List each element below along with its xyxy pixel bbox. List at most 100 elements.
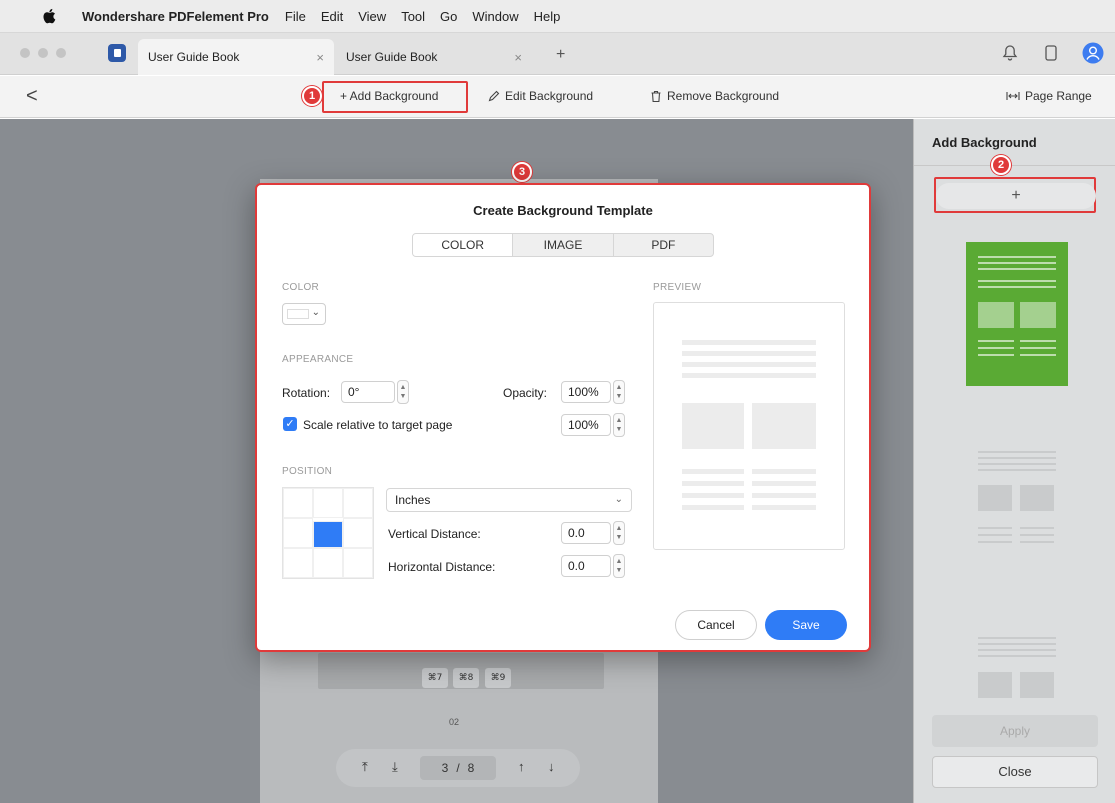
anchor-top-right[interactable] [343,488,373,518]
preview-line [752,469,816,474]
panel-divider [914,165,1115,166]
vertical-distance-input[interactable]: 0.0 [561,522,611,544]
page-range-icon [1006,92,1020,100]
last-page-icon[interactable]: ⤓ [392,759,398,775]
add-template-button[interactable]: + [936,183,1096,209]
tab-close-icon[interactable]: × [316,50,324,65]
page-range-button[interactable]: Page Range [1006,89,1092,103]
opacity-input[interactable]: 100% [561,381,611,403]
page-indicator[interactable]: 3 / 8 [420,756,496,780]
thumb-line [1020,340,1056,342]
thumb-line [978,451,1056,453]
shortcut-key: ⌘7 [422,668,448,688]
units-select[interactable]: Inches ⌄ [386,488,632,512]
opacity-stepper[interactable]: ▲ ▼ [613,380,625,404]
shortcut-key: ⌘9 [485,668,511,688]
thumb-line [1020,541,1054,543]
user-avatar-icon[interactable] [1082,42,1104,64]
app-name-menu[interactable]: Wondershare PDFelement Pro [82,9,269,24]
vertical-distance-stepper[interactable]: ▲ ▼ [613,521,625,545]
page-separator: / [456,761,460,775]
back-button[interactable]: < [26,85,38,108]
preview-line [682,505,744,510]
thumb-block [978,302,1014,328]
previous-page-icon[interactable]: ↑ [518,759,525,774]
segment-color[interactable]: COLOR [413,234,513,256]
device-icon[interactable] [1044,44,1058,62]
preview-line [752,493,816,498]
next-page-icon[interactable]: ↓ [548,759,555,774]
thumb-block [1020,302,1056,328]
menu-view[interactable]: View [358,9,386,24]
horizontal-distance-stepper[interactable]: ▲ ▼ [613,554,625,578]
rotation-input[interactable]: 0° [341,381,395,403]
add-background-button[interactable]: + Add Background [340,89,438,103]
preview-line [752,481,816,486]
preview-line [682,493,744,498]
shortcut-key: ⌘8 [453,668,479,688]
remove-background-button[interactable]: Remove Background [650,89,779,103]
thumb-block [978,672,1012,698]
window-zoom-light[interactable] [56,48,66,58]
new-tab-button[interactable]: + [556,46,565,64]
segment-image[interactable]: IMAGE [512,234,612,256]
thumb-block [1020,485,1054,511]
thumb-line [978,256,1056,258]
thumb-line [1020,354,1056,356]
preview-block [682,403,744,449]
tab-close-icon[interactable]: × [514,50,522,65]
thumb-line [978,354,1014,356]
anchor-center-selected[interactable] [313,521,343,548]
cancel-button[interactable]: Cancel [675,610,757,640]
rotation-stepper[interactable]: ▲ ▼ [397,380,409,404]
tab-user-guide-book-1[interactable]: User Guide Book × [138,39,334,75]
thumb-line [978,286,1056,288]
menu-file[interactable]: File [285,9,306,24]
tab-bar: User Guide Book × User Guide Book × + [0,33,1115,75]
thumb-line [978,637,1056,639]
menu-help[interactable]: Help [534,9,561,24]
dialog-title: Create Background Template [473,203,653,218]
thumb-line [978,268,1056,270]
menu-tool[interactable]: Tool [401,9,425,24]
position-section-label: POSITION [282,466,333,477]
bell-icon[interactable] [1002,44,1018,62]
thumb-line [1020,347,1056,349]
scale-label: Scale relative to target page [303,418,453,432]
save-button[interactable]: Save [765,610,847,640]
color-section-label: COLOR [282,282,320,293]
thumb-line [978,534,1012,536]
menu-go[interactable]: Go [440,9,457,24]
scale-checkbox[interactable]: ✓ [283,417,297,431]
color-picker[interactable]: ⌄ [282,303,326,325]
anchor-top-center[interactable] [313,488,343,518]
first-page-icon[interactable]: ⤒ [362,759,368,775]
scale-input[interactable]: 100% [561,414,611,436]
template-thumbnail-green[interactable] [966,242,1068,386]
window-minimize-light[interactable] [38,48,48,58]
segment-pdf[interactable]: PDF [612,234,713,256]
position-anchor-grid [282,487,374,579]
horizontal-distance-input[interactable]: 0.0 [561,555,611,577]
page-navigator: ⤒ ⤓ 3 / 8 ↑ ↓ [336,749,580,787]
apply-button[interactable]: Apply [932,715,1098,747]
menu-edit[interactable]: Edit [321,9,343,24]
anchor-bottom-left[interactable] [283,548,313,578]
anchor-top-left[interactable] [283,488,313,518]
callout-badge-3: 3 [512,162,532,182]
scale-stepper[interactable]: ▲ ▼ [613,413,625,437]
anchor-bottom-right[interactable] [343,548,373,578]
close-button[interactable]: Close [932,756,1098,788]
tab-user-guide-book-2[interactable]: User Guide Book × [336,39,532,75]
opacity-label: Opacity: [503,386,548,400]
edit-background-button[interactable]: Edit Background [488,89,593,103]
panel-title: Add Background [932,135,1037,150]
anchor-bottom-center[interactable] [313,548,343,578]
callout-badge-2: 2 [991,155,1011,175]
window-close-light[interactable] [20,48,30,58]
horizontal-distance-label: Horizontal Distance: [388,560,496,574]
menu-window[interactable]: Window [472,9,518,24]
apple-icon[interactable] [42,8,56,24]
anchor-middle-left[interactable] [283,518,313,548]
anchor-middle-right[interactable] [343,518,373,548]
